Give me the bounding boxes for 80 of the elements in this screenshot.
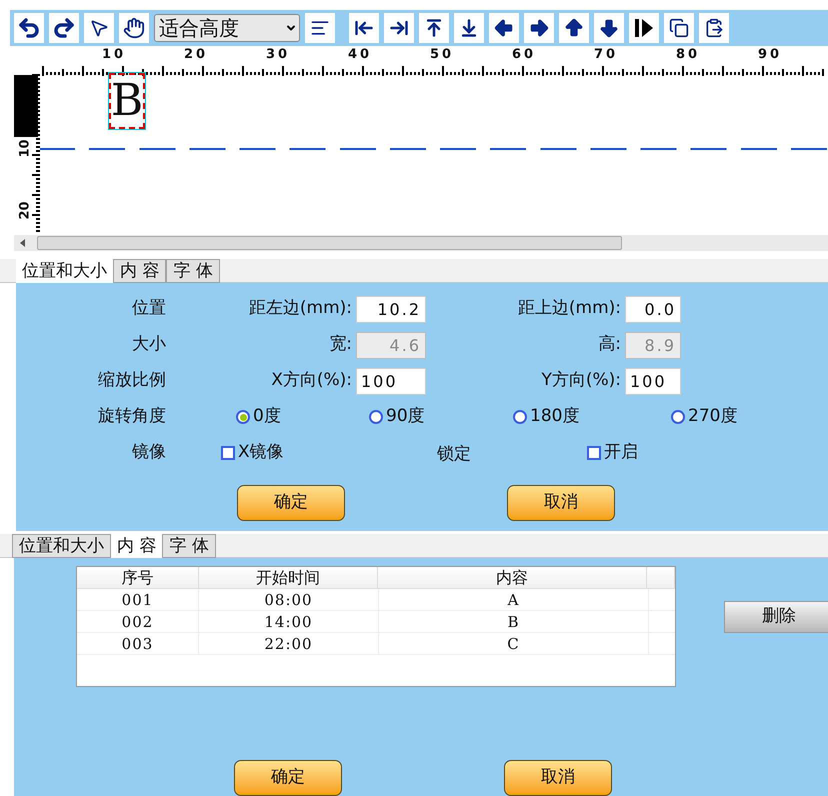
tab[interactable]: 位置和大小 [16, 259, 113, 283]
redo-icon[interactable] [49, 13, 79, 43]
lock-label: 锁定 [437, 443, 472, 466]
dialog-button[interactable]: 确定 [234, 760, 342, 796]
field-label: 宽: [329, 333, 352, 356]
number-field[interactable]: 0.0 [625, 296, 681, 322]
table-cell: 22:00 [199, 633, 379, 654]
column-header[interactable]: 开始时间 [198, 567, 378, 588]
ruler-marker [14, 75, 38, 137]
tab[interactable]: 位置和大小 [12, 534, 111, 558]
checkbox[interactable] [587, 446, 601, 460]
arrow-to-bottom-icon[interactable] [454, 13, 484, 43]
arrow-up-icon[interactable] [559, 13, 589, 43]
row-label: 镜像 [131, 441, 166, 464]
column-header[interactable]: 内容 [378, 567, 648, 588]
ruler-label: 90 [758, 48, 782, 61]
table-cell: 001 [77, 589, 199, 610]
ruler-label: 10 [18, 139, 32, 158]
table-cell: B [379, 611, 649, 632]
tab[interactable]: 内 容 [111, 534, 162, 558]
hand-icon[interactable] [119, 13, 149, 43]
radio-option[interactable]: 0度 [236, 404, 369, 430]
align-menu-icon[interactable] [305, 13, 335, 43]
dialog-button[interactable]: 确定 [237, 485, 345, 521]
ruler-label: 60 [512, 48, 536, 61]
row-label: 大小 [131, 333, 166, 356]
scroll-left-icon[interactable] [20, 239, 25, 247]
arrow-left-icon[interactable] [489, 13, 519, 43]
ruler-label: 20 [18, 201, 32, 220]
field-label: X方向(%): [271, 369, 352, 392]
arrow-right-icon[interactable] [524, 13, 554, 43]
zoom-select[interactable]: 适合高度 [154, 14, 300, 42]
ruler-label: 80 [676, 48, 700, 61]
play-bar-icon[interactable] [629, 13, 659, 43]
checkbox-option[interactable]: X镜像 [221, 438, 437, 468]
checkbox[interactable] [221, 446, 235, 460]
radio-option[interactable]: 270度 [671, 404, 771, 430]
paste-icon[interactable] [699, 13, 729, 43]
arrow-to-left-icon[interactable] [349, 13, 379, 43]
field-label: 高: [598, 333, 621, 356]
table-cell: 003 [77, 633, 199, 654]
arrow-to-right-icon[interactable] [384, 13, 414, 43]
dialog-button[interactable]: 取消 [504, 760, 612, 796]
table-cell: A [379, 589, 649, 610]
undo-icon[interactable] [14, 13, 44, 43]
dialog-button[interactable]: 取消 [507, 485, 615, 521]
ruler-label: 70 [594, 48, 618, 61]
row-label: 缩放比例 [97, 369, 166, 392]
field-label: 距左边(mm): [248, 297, 352, 320]
ruler-label: 50 [430, 48, 454, 61]
table-cell: 002 [77, 611, 199, 632]
text-element[interactable]: B [109, 73, 145, 129]
ruler-label: 30 [266, 48, 290, 61]
ruler-label: 20 [184, 48, 208, 61]
arrow-down-icon[interactable] [594, 13, 624, 43]
tab[interactable]: 字 体 [166, 259, 220, 283]
checkbox-option[interactable]: 开启 [587, 438, 707, 468]
number-field[interactable]: 10.2 [356, 296, 426, 322]
radio-option[interactable]: 90度 [369, 404, 513, 430]
scrollbar-thumb[interactable] [37, 236, 622, 250]
table-cell: 14:00 [199, 611, 379, 632]
number-field[interactable]: 100 [625, 368, 681, 394]
delete-button[interactable]: 删除 [724, 601, 828, 633]
pointer-icon[interactable] [84, 13, 114, 43]
ruler-label: 10 [102, 48, 126, 61]
field-label: Y方向(%): [541, 369, 621, 392]
row-label: 位置 [131, 297, 166, 320]
field-label: 距上边(mm): [518, 297, 621, 320]
row-label: 旋转角度 [97, 405, 166, 428]
horizontal-scrollbar[interactable] [14, 235, 828, 251]
radio-option[interactable]: 180度 [513, 404, 671, 430]
arrow-to-top-icon[interactable] [419, 13, 449, 43]
ruler-label: 40 [348, 48, 372, 61]
copy-icon[interactable] [664, 13, 694, 43]
tab[interactable]: 字 体 [162, 534, 216, 558]
tab[interactable]: 内 容 [113, 259, 166, 283]
number-field[interactable]: 100 [356, 368, 426, 394]
table-cell: C [379, 633, 649, 654]
table-cell: 08:00 [199, 589, 379, 610]
column-header[interactable]: 序号 [77, 567, 199, 588]
